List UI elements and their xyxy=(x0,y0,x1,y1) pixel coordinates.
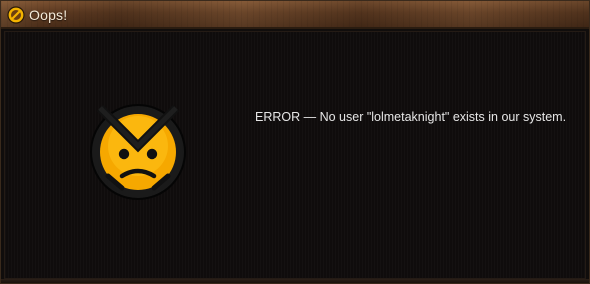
bottom-border xyxy=(1,279,589,283)
title-bar: Oops! xyxy=(1,1,589,29)
angry-face-icon xyxy=(90,104,186,200)
no-entry-emblem-icon xyxy=(7,6,25,24)
title-bar-texture xyxy=(1,1,589,27)
error-dialog: Oops! ERROR — No user "lolmetaknight" ex… xyxy=(0,0,590,284)
window-title: Oops! xyxy=(29,7,68,23)
error-message: ERROR — No user "lolmetaknight" exists i… xyxy=(255,110,567,124)
